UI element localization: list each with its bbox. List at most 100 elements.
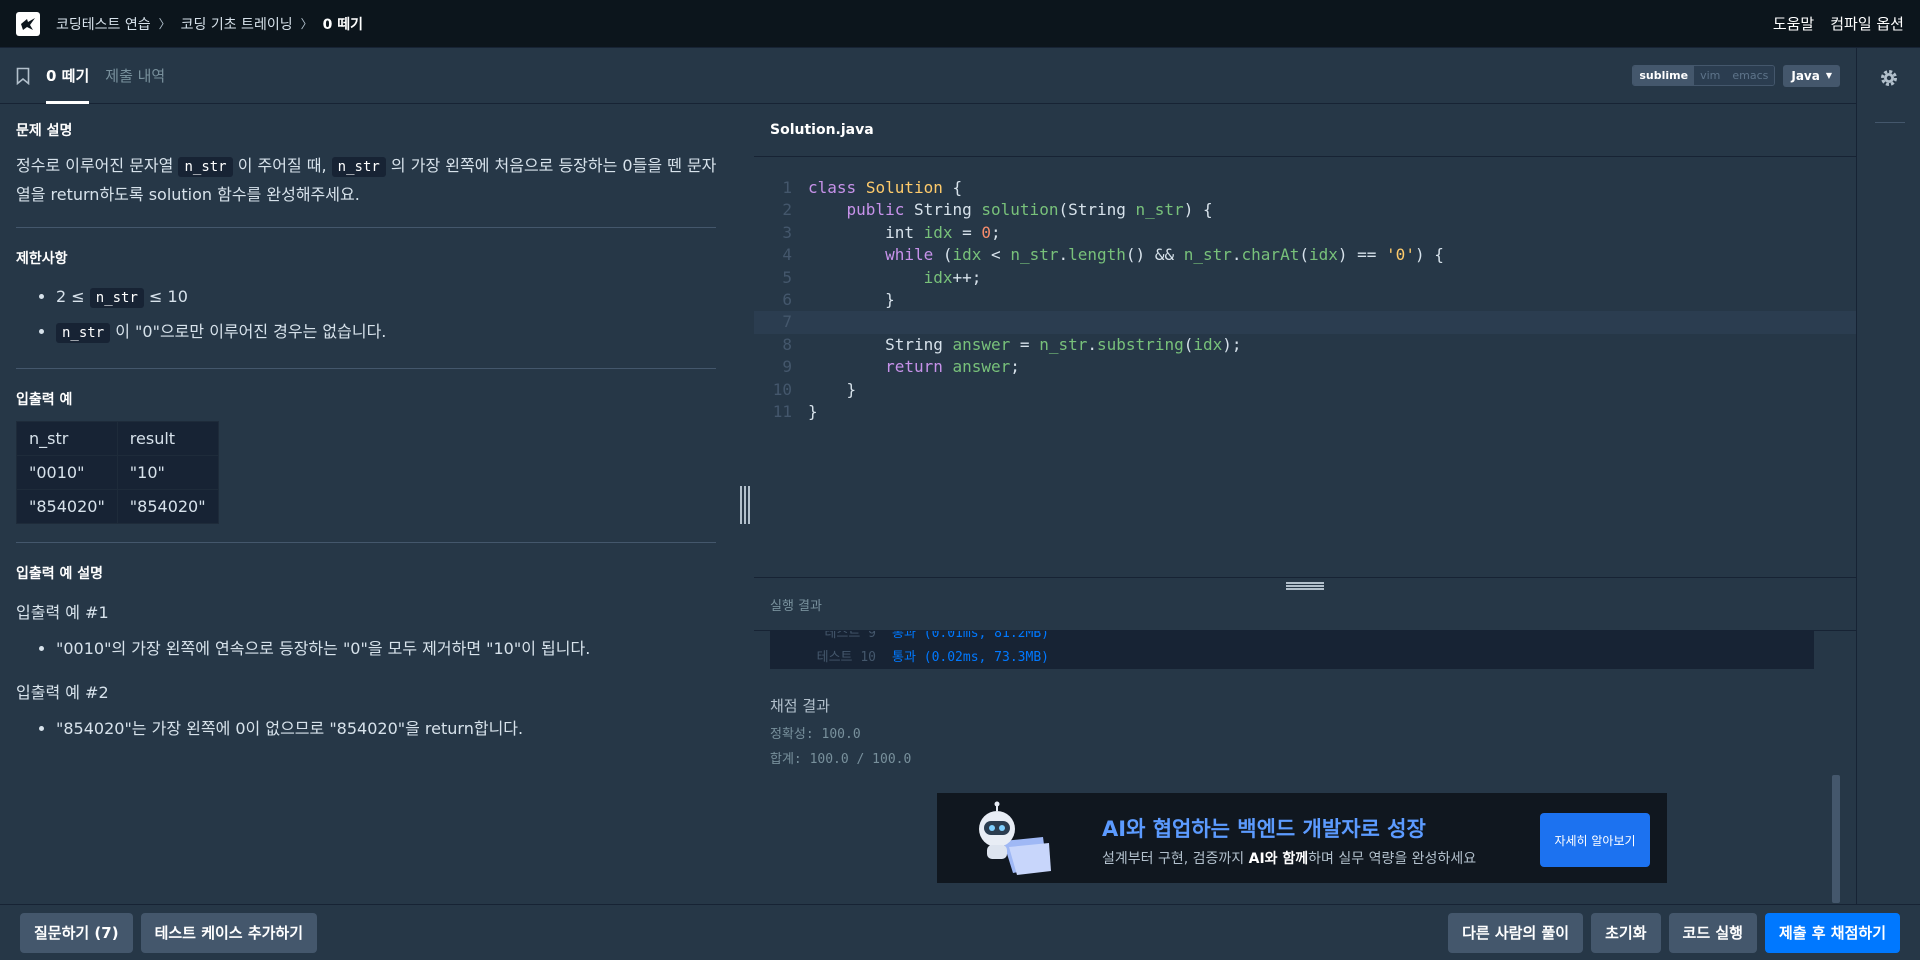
section-title: 입출력 예 bbox=[16, 392, 73, 408]
inline-code: n_str bbox=[178, 157, 233, 177]
question-button[interactable]: 질문하기 (7) bbox=[20, 912, 133, 953]
limit-text: 이 "0"으로만 이루어진 경우는 없습니다. bbox=[115, 322, 387, 341]
problem-panel: 문제 설명 정수로 이루어진 문자열 n_str 이 주어질 때, n_str … bbox=[0, 104, 738, 904]
code-line: 10 } bbox=[754, 379, 1856, 401]
result-header: 실행 결과 bbox=[754, 577, 1856, 631]
breadcrumb-item[interactable]: 코딩테스트 연습 bbox=[56, 14, 151, 34]
scrollbar[interactable] bbox=[1832, 775, 1840, 903]
run-code-button[interactable]: 코드 실행 bbox=[1668, 912, 1757, 953]
test-value: 통과 (0.02ms, 73.3MB) bbox=[892, 649, 1049, 665]
code-line: 4 while (idx < n_str. length() && n_str. c… bbox=[754, 244, 1856, 266]
add-testcase-button[interactable]: 테스트 케이스 추가하기 bbox=[140, 912, 318, 953]
submit-button[interactable]: 제출 후 채점하기 bbox=[1764, 912, 1900, 953]
tab-bar: 0 떼기 제출 내역 sublime vim emacs Java ▼ bbox=[0, 48, 1856, 104]
footer: 질문하기 (7) 테스트 케이스 추가하기 다른 사람의 풀이 초기화 코드 실… bbox=[0, 904, 1920, 960]
line-number: 6 bbox=[782, 289, 792, 309]
inline-code: n_str bbox=[331, 157, 386, 177]
keymap-emacs[interactable]: emacs bbox=[1726, 66, 1775, 85]
table-header: n_str bbox=[16, 421, 118, 456]
banner-sub-text: 설계부터 구현, 검증까지 bbox=[1102, 851, 1249, 867]
limit-text: ≤ 10 bbox=[149, 287, 188, 306]
problem-description: 정수로 이루어진 문자열 n_str 이 주어질 때, n_str 의 가장 왼… bbox=[16, 152, 722, 209]
table-cell: "854020" bbox=[116, 489, 219, 524]
inline-code: n_str bbox=[56, 323, 111, 343]
line-number: 1 bbox=[782, 178, 792, 197]
line-number: 9 bbox=[782, 357, 792, 377]
line-number: 3 bbox=[782, 222, 792, 242]
compile-options-link[interactable]: 컴파일 옵션 bbox=[1830, 13, 1904, 34]
table-header: result bbox=[116, 421, 219, 456]
example-heading: 입출력 예 #1 bbox=[16, 603, 109, 622]
banner-learn-more-button[interactable]: 자세히 알아보기 bbox=[1540, 813, 1650, 867]
result-panel: 테스트 9 통과 (0.01ms, 81.2MB) 테스트 10 통과 (0.0… bbox=[754, 631, 1856, 904]
tab-submissions[interactable]: 제출 내역 bbox=[105, 48, 165, 104]
tab-problem[interactable]: 0 떼기 bbox=[46, 48, 90, 104]
keymap-selector: sublime vim emacs bbox=[1632, 65, 1776, 86]
editor-filename: Solution.java bbox=[754, 104, 1856, 157]
others-solutions-button[interactable]: 다른 사람의 풀이 bbox=[1448, 912, 1584, 953]
logo-icon[interactable] bbox=[16, 11, 40, 36]
code-line: 8 String answer = n_str. substring(idx); bbox=[754, 334, 1856, 356]
desc-text: 정수로 이루어진 문자열 bbox=[16, 156, 174, 175]
breadcrumb-current: 0 떼기 bbox=[322, 16, 363, 33]
table-cell: "10" bbox=[116, 455, 219, 490]
right-sidebar bbox=[1856, 48, 1920, 904]
test-value: 통과 (0.01ms, 81.2MB) bbox=[892, 631, 1049, 641]
ad-banner[interactable]: AI와 협업하는 백엔드 개발자로 성장 설계부터 구현, 검증까지 AI와 함… bbox=[937, 793, 1667, 883]
help-link[interactable]: 도움말 bbox=[1773, 13, 1814, 34]
chevron-right-icon: 〉 bbox=[158, 17, 171, 31]
test-label: 테스트 9 bbox=[824, 631, 876, 641]
reset-button[interactable]: 초기화 bbox=[1591, 912, 1661, 953]
list-item: n_str 이 "0"으로만 이루어진 경우는 없습니다. bbox=[56, 315, 722, 350]
chevron-right-icon: 〉 bbox=[300, 17, 313, 31]
line-number: 5 bbox=[782, 267, 792, 287]
line-number: 11 bbox=[772, 401, 792, 421]
table-header-row: n_str result bbox=[16, 421, 219, 456]
resize-handle-icon[interactable] bbox=[1286, 582, 1324, 590]
breadcrumb: 코딩테스트 연습 〉 코딩 기초 트레이닝 〉 0 떼기 bbox=[56, 14, 363, 34]
grade-title: 채점 결과 bbox=[770, 697, 830, 715]
inline-code: n_str bbox=[89, 288, 144, 308]
section-title: 제한사항 bbox=[16, 251, 68, 267]
table-cell: "854020" bbox=[16, 489, 118, 524]
section-title: 문제 설명 bbox=[16, 123, 73, 139]
code-line: 1 class Solution { bbox=[754, 177, 1856, 199]
grade-total: 합계: 100.0 / 100.0 bbox=[770, 752, 912, 767]
bookmark-icon[interactable] bbox=[16, 67, 30, 85]
line-number: 10 bbox=[772, 379, 792, 399]
keymap-vim[interactable]: vim bbox=[1694, 66, 1727, 85]
example-heading: 입출력 예 #2 bbox=[16, 683, 109, 702]
code-line: 2 public String solution (String n_str) { bbox=[754, 199, 1856, 221]
panel-splitter[interactable] bbox=[738, 104, 754, 904]
breadcrumb-item[interactable]: 코딩 기초 트레이닝 bbox=[181, 14, 293, 34]
code-editor[interactable]: 1 class Solution { 2 public String soluti… bbox=[754, 157, 1856, 577]
robot-icon bbox=[979, 801, 1051, 875]
banner-title: AI와 협업하는 백엔드 개발자로 성장 bbox=[1102, 817, 1426, 841]
limit-text: 2 ≤ bbox=[56, 287, 85, 306]
language-dropdown[interactable]: Java ▼ bbox=[1783, 64, 1840, 87]
banner-sub-text: 하며 실무 역량을 완성하세요 bbox=[1308, 851, 1477, 867]
line-number: 4 bbox=[782, 245, 792, 265]
test-results: 테스트 9 통과 (0.01ms, 81.2MB) 테스트 10 통과 (0.0… bbox=[770, 631, 1814, 669]
table-row: "854020" "854020" bbox=[16, 489, 219, 524]
test-row: 테스트 10 통과 (0.02ms, 73.3MB) bbox=[770, 645, 1049, 665]
banner-subtitle: 설계부터 구현, 검증까지 AI와 함께하며 실무 역량을 완성하세요 bbox=[1102, 848, 1476, 868]
example-list: "0010"의 가장 왼쪽에 연속으로 등장하는 "0"을 모두 제거하면 "1… bbox=[16, 637, 722, 661]
io-table: n_str result "0010" "10" "854020" "85402… bbox=[16, 421, 219, 524]
test-label: 테스트 10 bbox=[816, 649, 876, 665]
drag-handle-icon[interactable] bbox=[740, 486, 750, 524]
list-item: "854020"는 가장 왼쪽에 0이 없으므로 "854020"을 retur… bbox=[56, 717, 722, 741]
list-item: 2 ≤ n_str ≤ 10 bbox=[56, 280, 722, 315]
divider bbox=[1875, 122, 1905, 123]
banner-sub-bold: AI와 함께 bbox=[1248, 851, 1309, 867]
result-title: 실행 결과 bbox=[770, 599, 822, 614]
table-row: "0010" "10" bbox=[16, 455, 219, 490]
gear-icon[interactable] bbox=[1879, 68, 1899, 88]
language-label: Java bbox=[1791, 68, 1820, 83]
code-line-active: 7 bbox=[754, 311, 1856, 334]
code-line: 5 idx ++; bbox=[754, 267, 1856, 289]
code-line: 9 return answer; bbox=[754, 356, 1856, 378]
divider bbox=[16, 368, 716, 369]
section-title: 입출력 예 설명 bbox=[16, 566, 104, 582]
keymap-sublime[interactable]: sublime bbox=[1633, 66, 1695, 85]
